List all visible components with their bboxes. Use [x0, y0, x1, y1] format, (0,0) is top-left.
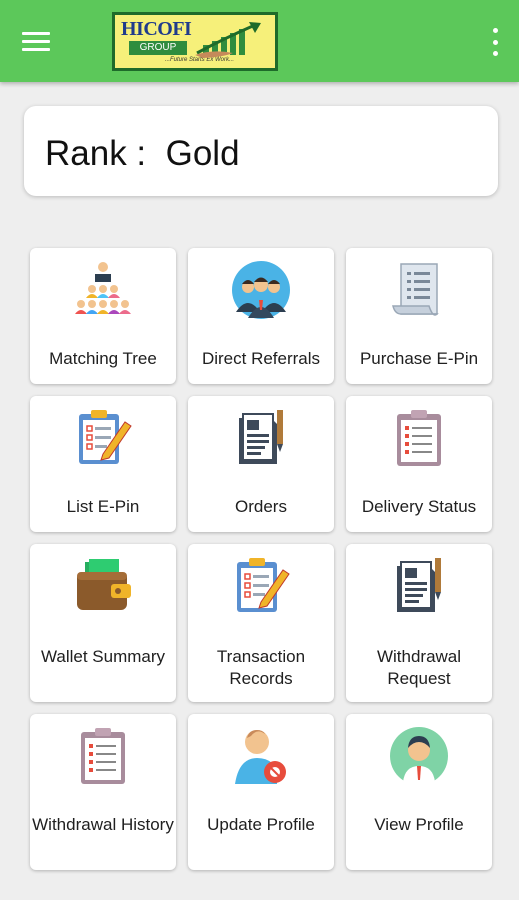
tile-label: Withdrawal History [32, 815, 174, 834]
more-vertical-icon[interactable] [489, 28, 501, 56]
tile-withdrawal-history[interactable]: Withdrawal History [30, 714, 176, 870]
rank-card: Rank : Gold [24, 106, 498, 196]
receipt-list-icon [392, 263, 439, 316]
tile-label: List E-Pin [66, 497, 140, 516]
logo-brand-text: HICOFI [121, 18, 192, 40]
tile-purchase-e-pin[interactable]: Purchase E-Pin [346, 248, 492, 384]
tile-label: Orders [235, 497, 287, 516]
clipboard-list-icon [81, 728, 125, 784]
document-pen-icon [239, 410, 283, 464]
tile-label: Wallet Summary [40, 647, 166, 666]
tile-direct-referrals[interactable]: Direct Referrals [188, 248, 334, 384]
tile-label: Transaction Records [216, 647, 306, 688]
tile-label: Purchase E-Pin [359, 349, 479, 368]
user-edit-icon [235, 730, 286, 784]
tile-list-e-pin[interactable]: List E-Pin [30, 396, 176, 532]
rising-arrow-icon [195, 22, 261, 58]
tile-label: Update Profile [207, 815, 315, 834]
rank-text: Rank : Gold [45, 134, 240, 173]
tile-view-profile[interactable]: View Profile [346, 714, 492, 870]
wallet-icon [77, 559, 131, 610]
user-avatar-icon [390, 727, 448, 786]
tile-label: View Profile [374, 815, 464, 834]
hamburger-menu-icon[interactable] [22, 26, 58, 56]
tile-withdrawal-request[interactable]: Withdrawal Request [346, 544, 492, 702]
tile-orders[interactable]: Orders [188, 396, 334, 532]
group-people-icon [232, 261, 290, 319]
tile-label: Withdrawal Request [376, 647, 462, 688]
brand-logo: HICOFI GROUP ...Future Starts Ex Work... [112, 12, 278, 71]
app-bar: HICOFI GROUP ...Future Starts Ex Work... [0, 0, 519, 82]
clipboard-list-icon [397, 410, 441, 466]
logo-group-text: GROUP [129, 41, 187, 55]
tile-label: Direct Referrals [201, 349, 321, 368]
tile-delivery-status[interactable]: Delivery Status [346, 396, 492, 532]
checklist-clipboard-pencil-icon [237, 558, 290, 612]
tile-label: Matching Tree [49, 349, 157, 368]
tile-wallet-summary[interactable]: Wallet Summary [30, 544, 176, 702]
document-pen-icon [397, 558, 441, 612]
tile-update-profile[interactable]: Update Profile [188, 714, 334, 870]
tile-transaction-records[interactable]: Transaction Records [188, 544, 334, 702]
tile-matching-tree[interactable]: Matching Tree [30, 248, 176, 384]
team-hierarchy-icon [75, 262, 131, 314]
tile-label: Delivery Status [361, 497, 477, 516]
checklist-clipboard-pencil-icon [79, 410, 132, 464]
